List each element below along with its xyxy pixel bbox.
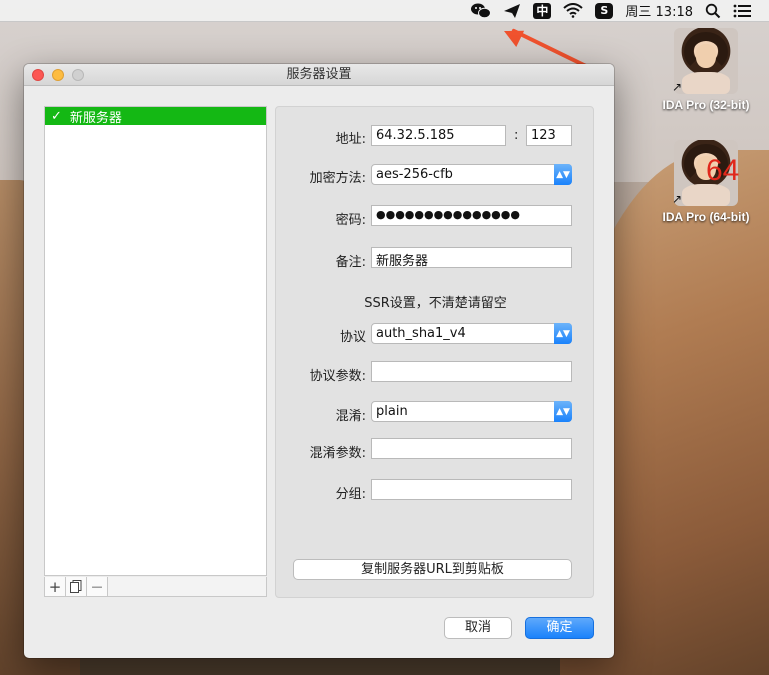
protocol-select[interactable]: auth_sha1_v4 ▲▼ [371, 323, 572, 344]
obfs-label: 混淆: [335, 409, 366, 424]
ok-button[interactable]: 确定 [525, 617, 594, 639]
minimize-window-button[interactable] [52, 69, 64, 81]
zoom-window-button[interactable] [72, 69, 84, 81]
server-settings-panel: 地址: 64.32.5.185 : 123 加密方法: aes-256-cfb … [275, 106, 594, 598]
obfs-value: plain [376, 404, 408, 419]
chevron-updown-icon: ▲▼ [554, 164, 572, 185]
group-field[interactable] [371, 479, 572, 500]
desktop-icon-ida-32[interactable]: ↗ IDA Pro (32-bit) [646, 28, 766, 112]
alias-arrow-icon: ↗ [672, 192, 683, 206]
wechat-icon[interactable] [471, 0, 492, 22]
server-list-toolbar: + — [44, 577, 267, 597]
desktop-icon-label: IDA Pro (32-bit) [662, 98, 750, 112]
server-settings-window: 服务器设置 ✓ 新服务器 + — 地址: 64.32.5.185 : 123 加… [24, 64, 614, 658]
spotlight-search-icon[interactable] [705, 0, 721, 22]
notification-center-icon[interactable] [733, 0, 751, 22]
input-method-chinese-icon[interactable]: 中 [533, 0, 552, 22]
protocol-label: 协议 [339, 330, 366, 345]
remark-label: 备注: [335, 255, 366, 270]
shadowsocks-paper-plane-icon[interactable] [503, 0, 521, 22]
encryption-value: aes-256-cfb [376, 167, 453, 182]
desktop-icon-label: IDA Pro (64-bit) [662, 210, 750, 224]
encryption-select[interactable]: aes-256-cfb ▲▼ [371, 164, 572, 185]
wifi-icon[interactable] [563, 0, 584, 22]
address-label: 地址: [335, 132, 366, 147]
remove-server-icon: — [91, 580, 103, 593]
sogou-label: S [595, 2, 614, 19]
checkmark-icon: ✓ [51, 108, 62, 124]
desktop-icon-ida-64[interactable]: 64 ↗ IDA Pro (64-bit) [646, 140, 766, 224]
password-field[interactable]: ●●●●●●●●●●●●●●● [371, 205, 572, 226]
ime-label: 中 [533, 2, 552, 19]
password-label: 密码: [335, 213, 366, 228]
chevron-updown-icon: ▲▼ [554, 401, 572, 422]
address-field[interactable]: 64.32.5.185 [371, 125, 506, 146]
obfs-param-field[interactable] [371, 438, 572, 459]
port-separator: : [514, 128, 519, 143]
chevron-updown-icon: ▲▼ [554, 323, 572, 344]
alias-arrow-icon: ↗ [672, 80, 683, 94]
duplicate-server-button[interactable] [66, 577, 87, 596]
ida-portrait-icon [674, 28, 738, 94]
menu-bar: 中 S 周三 13:18 [0, 0, 769, 22]
remove-server-button[interactable]: — [87, 577, 108, 596]
add-server-icon: + [48, 577, 62, 596]
port-field[interactable]: 123 [526, 125, 572, 146]
obfs-select[interactable]: plain ▲▼ [371, 401, 572, 422]
ida-64-badge: 64 [706, 154, 740, 187]
menu-clock[interactable]: 周三 13:18 [625, 0, 693, 22]
ssr-note: SSR设置，不清楚请留空 [364, 296, 507, 311]
remark-field[interactable]: 新服务器 [371, 247, 572, 269]
window-titlebar[interactable]: 服务器设置 [24, 64, 614, 86]
protocol-value: auth_sha1_v4 [376, 326, 466, 341]
sogou-input-icon[interactable]: S [595, 0, 614, 22]
encryption-label: 加密方法: [309, 171, 366, 186]
server-list-item-label: 新服务器 [69, 110, 122, 126]
server-list-item[interactable]: ✓ 新服务器 [45, 107, 266, 126]
duplicate-icon [70, 580, 82, 593]
copy-server-url-button[interactable]: 复制服务器URL到剪贴板 [293, 559, 572, 580]
add-server-button[interactable]: + [45, 577, 66, 596]
cancel-button[interactable]: 取消 [444, 617, 512, 639]
protocol-param-label: 协议参数: [309, 369, 366, 384]
protocol-param-field[interactable] [371, 361, 572, 382]
obfs-param-label: 混淆参数: [309, 446, 366, 461]
group-label: 分组: [335, 487, 366, 502]
server-list[interactable]: ✓ 新服务器 [44, 106, 267, 576]
window-title: 服务器设置 [286, 67, 352, 82]
close-window-button[interactable] [32, 69, 44, 81]
